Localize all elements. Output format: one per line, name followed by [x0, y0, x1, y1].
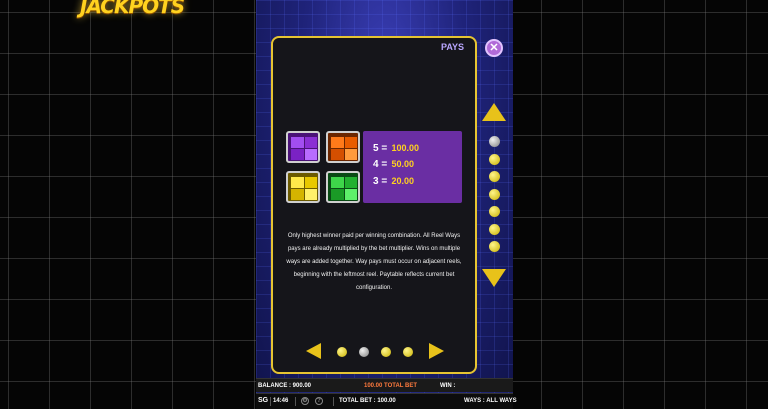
next-page-arrow-icon[interactable]: [429, 343, 444, 359]
help-icon[interactable]: ?: [315, 397, 323, 405]
section-dot[interactable]: [489, 241, 500, 252]
orange-block-symbol: [326, 131, 360, 163]
total-bet-center: 100.00 TOTAL BET: [364, 383, 418, 389]
divider: [333, 397, 334, 406]
page-dot[interactable]: [337, 347, 347, 357]
pay-count: 4 =: [373, 159, 388, 170]
paytable-panel: [271, 36, 477, 374]
pay-row: 4 = 50.00: [373, 159, 414, 170]
win-label: WIN :: [440, 383, 456, 389]
section-dot[interactable]: [489, 154, 500, 165]
pay-count: 3 =: [373, 176, 388, 187]
page-dot[interactable]: [403, 347, 413, 357]
scroll-down-arrow-icon[interactable]: [482, 269, 506, 287]
section-dot[interactable]: [489, 189, 500, 200]
scroll-up-arrow-icon[interactable]: [482, 103, 506, 121]
total-bet-label: TOTAL BET : 100.00: [339, 398, 396, 404]
pay-row: 3 = 20.00: [373, 176, 414, 187]
balance-bar: BALANCE : 900.00 100.00 TOTAL BET WIN :: [256, 378, 513, 392]
clock: 14:46: [273, 398, 289, 404]
paytable-description: Only highest winner paid per winning com…: [286, 233, 462, 291]
section-dot-active[interactable]: [489, 136, 500, 147]
pay-row: 5 = 100.00: [373, 143, 419, 154]
purple-block-symbol: [286, 131, 320, 163]
divider: [270, 397, 271, 406]
pay-value: 100.00: [391, 143, 420, 153]
yellow-block-symbol: [286, 171, 320, 203]
pay-count: 5 =: [373, 143, 388, 154]
pay-value: 50.00: [391, 159, 415, 169]
page-dot[interactable]: [381, 347, 391, 357]
brand-logo: SG: [258, 397, 269, 404]
page-dot-active[interactable]: [359, 347, 369, 357]
previous-page-arrow-icon[interactable]: [306, 343, 321, 359]
green-block-symbol: [326, 171, 360, 203]
section-dot[interactable]: [489, 171, 500, 182]
pays-title: PAYS: [441, 42, 465, 52]
divider: [295, 397, 296, 406]
balance-label: BALANCE : 900.00: [258, 383, 312, 389]
close-button[interactable]: ✕: [485, 39, 503, 57]
section-dot[interactable]: [489, 206, 500, 217]
info-bar: SG 14:46 ⚙ ? TOTAL BET : 100.00 WAYS : A…: [256, 393, 517, 409]
pay-value: 20.00: [391, 176, 415, 186]
jackpots-logo: JACKPOTS: [80, 0, 185, 18]
section-dot[interactable]: [489, 224, 500, 235]
settings-gear-icon[interactable]: ⚙: [301, 397, 309, 405]
ways-label: WAYS : ALL WAYS: [464, 398, 517, 404]
